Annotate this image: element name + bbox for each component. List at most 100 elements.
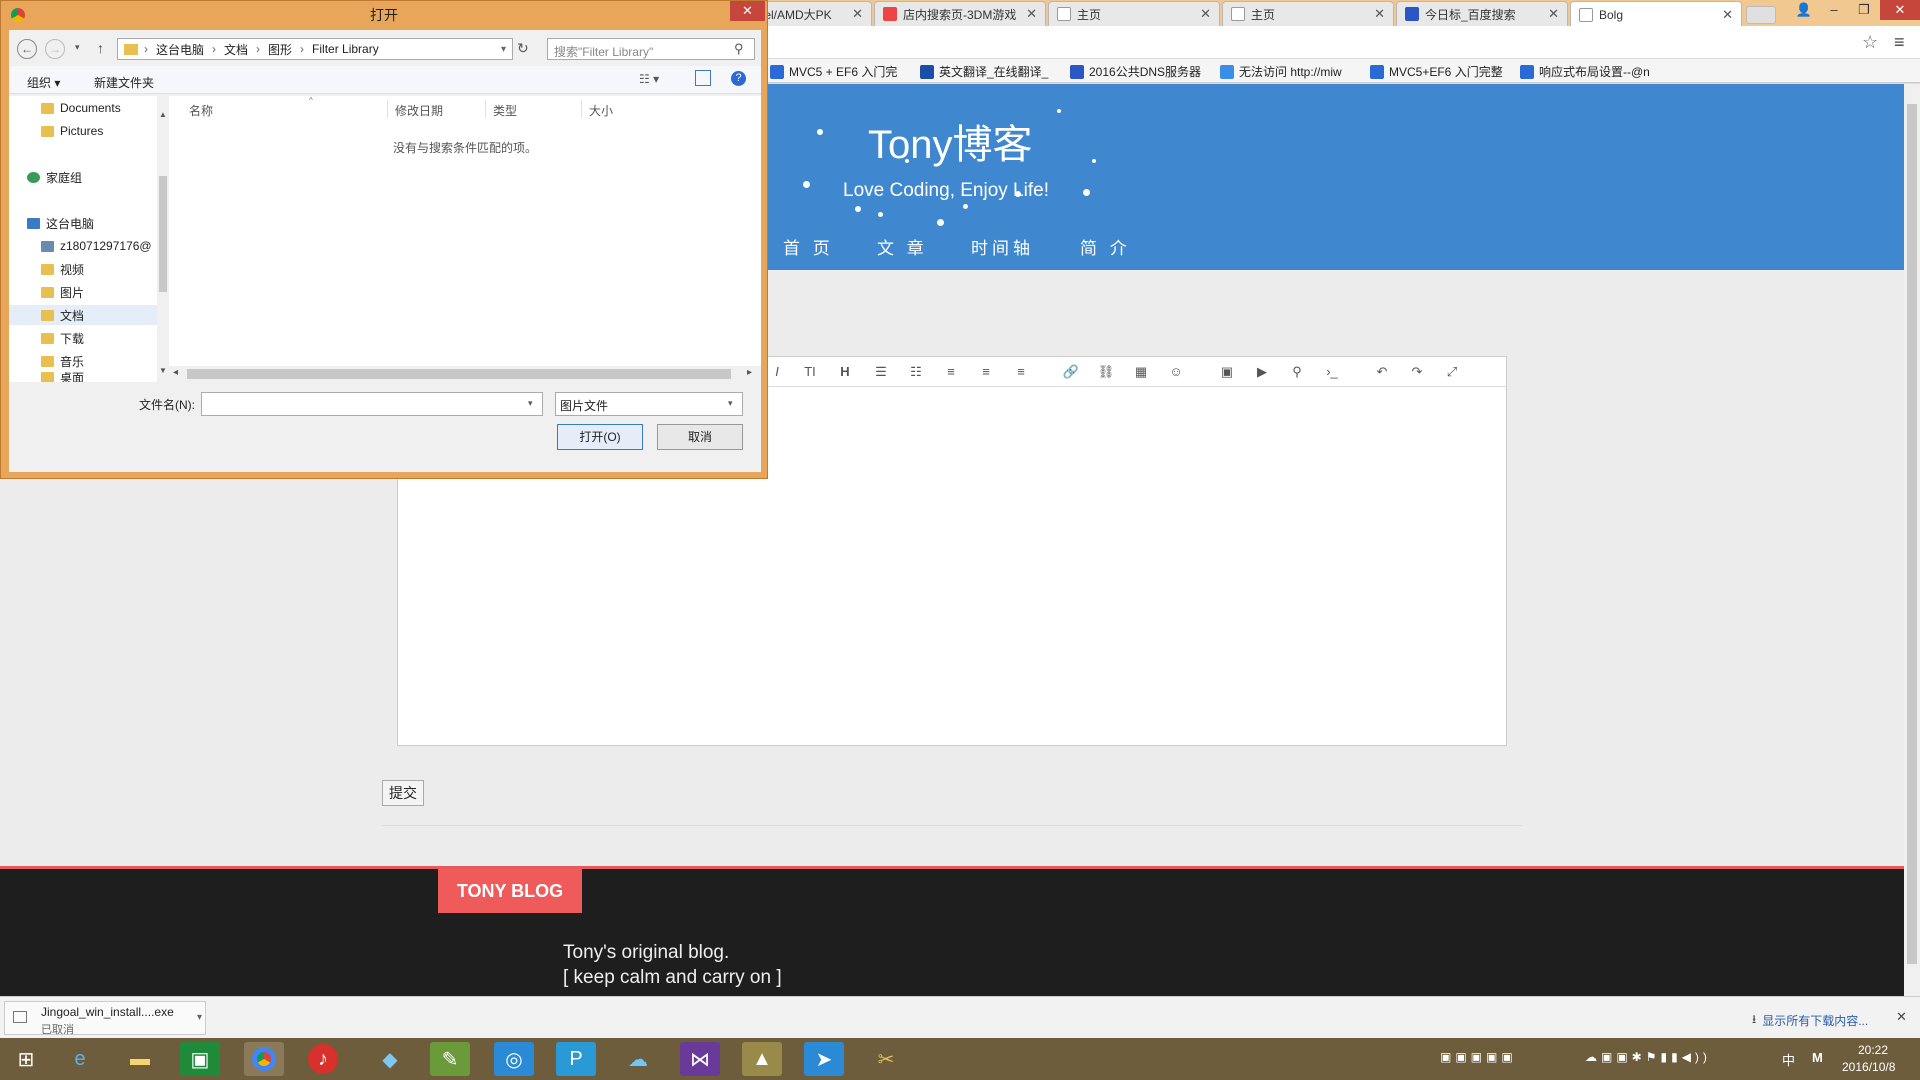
nav-videos[interactable]: 视频 bbox=[9, 259, 157, 279]
preview-pane-icon[interactable] bbox=[695, 70, 711, 86]
browser-tab[interactable]: tel/AMD大PK ✕ bbox=[752, 1, 872, 26]
location-icon[interactable]: ⚲ bbox=[1288, 364, 1306, 380]
nav-timeline-link[interactable]: 时间轴 bbox=[971, 234, 1034, 259]
search-icon[interactable]: ⚲ bbox=[734, 41, 744, 57]
video-icon[interactable]: ▶ bbox=[1253, 364, 1271, 380]
redo-icon[interactable]: ↷ bbox=[1408, 364, 1426, 380]
history-dropdown-icon[interactable]: ▾ bbox=[75, 42, 80, 53]
minimize-button[interactable]: – bbox=[1820, 0, 1848, 20]
nav-music[interactable]: 音乐 bbox=[9, 351, 157, 371]
filename-input[interactable]: ▾ bbox=[201, 392, 543, 416]
view-options-icon[interactable]: ☷ ▾ bbox=[639, 72, 659, 86]
column-divider[interactable] bbox=[581, 100, 582, 118]
close-icon[interactable]: ✕ bbox=[1020, 6, 1037, 22]
link-icon[interactable]: 🔗 bbox=[1062, 364, 1080, 380]
nav-documents[interactable]: Documents bbox=[9, 98, 157, 118]
refresh-icon[interactable]: ↻ bbox=[517, 40, 529, 57]
tools-icon[interactable]: ✂ bbox=[866, 1042, 906, 1076]
scrollbar-thumb[interactable] bbox=[159, 176, 167, 292]
open-button[interactable]: 打开(O) bbox=[557, 424, 643, 450]
visual-studio-icon[interactable]: ⋈ bbox=[680, 1042, 720, 1076]
chevron-down-icon[interactable]: ▾ bbox=[495, 44, 512, 55]
ie-icon[interactable]: e bbox=[60, 1042, 100, 1076]
align-left-icon[interactable]: ≡ bbox=[942, 364, 960, 379]
tray-icons[interactable]: ▣▣▣▣▣ bbox=[1440, 1050, 1517, 1064]
align-right-icon[interactable]: ≡ bbox=[1012, 364, 1030, 379]
address-bar[interactable]: › 这台电脑 › 文档 › 图形 › Filter Library ▾ bbox=[117, 38, 513, 60]
filetype-select[interactable]: 图片文件 ▾ bbox=[555, 392, 743, 416]
close-icon[interactable]: ✕ bbox=[1896, 1009, 1907, 1025]
bookmark-item[interactable]: 无法访问 http://miw bbox=[1220, 63, 1342, 80]
bookmark-item[interactable]: 英文翻译_在线翻译_ bbox=[920, 63, 1048, 80]
notepad-icon[interactable]: ✎ bbox=[430, 1042, 470, 1076]
table-icon[interactable]: ▦ bbox=[1132, 364, 1150, 380]
browser-tab[interactable]: 主页 ✕ bbox=[1222, 1, 1394, 26]
nav-desktop[interactable]: 桌面 bbox=[9, 372, 157, 382]
chevron-down-icon[interactable]: ▼ bbox=[159, 366, 167, 378]
photo-app-icon[interactable]: ▲ bbox=[742, 1042, 782, 1076]
user-icon[interactable]: 👤 bbox=[1790, 0, 1818, 20]
bookmark-item[interactable]: 响应式布局设置--@n bbox=[1520, 63, 1650, 80]
breadcrumb-item[interactable]: Filter Library bbox=[312, 42, 379, 56]
chevron-left-icon[interactable]: ◂ bbox=[173, 367, 178, 378]
submit-button[interactable]: 提交 bbox=[382, 780, 424, 806]
column-divider[interactable] bbox=[387, 100, 388, 118]
organize-menu[interactable]: 组织 ▾ bbox=[27, 74, 60, 91]
undo-icon[interactable]: ↶ bbox=[1373, 364, 1391, 380]
chevron-down-icon[interactable]: ▾ bbox=[728, 398, 733, 409]
breadcrumb-item[interactable]: 图形 bbox=[268, 41, 292, 58]
store-icon[interactable]: ▣ bbox=[180, 1042, 220, 1076]
breadcrumb-item[interactable]: 文档 bbox=[224, 41, 248, 58]
nav-home-link[interactable]: 首 页 bbox=[783, 234, 834, 259]
nav-images[interactable]: 图片 bbox=[9, 282, 157, 302]
clock-time[interactable]: 20:22 bbox=[1858, 1043, 1888, 1057]
netease-music-icon[interactable]: ♪ bbox=[308, 1044, 338, 1074]
system-tray-icons[interactable]: ☁▣▣✱⚑▮▮◀)) bbox=[1585, 1050, 1711, 1064]
p-app-icon[interactable]: P bbox=[556, 1042, 596, 1076]
windows-start-icon[interactable]: ⊞ bbox=[6, 1042, 46, 1076]
image-icon[interactable]: ▣ bbox=[1218, 364, 1236, 380]
qq-browser-icon[interactable]: ◎ bbox=[494, 1042, 534, 1076]
clock-date[interactable]: 2016/10/8 bbox=[1842, 1060, 1895, 1074]
scrollbar-thumb[interactable] bbox=[1907, 104, 1917, 964]
ime-indicator[interactable]: 中 bbox=[1782, 1050, 1795, 1069]
column-header-name[interactable]: 名称 bbox=[189, 102, 213, 119]
bookmark-item[interactable]: MVC5 + EF6 入门完 bbox=[770, 63, 897, 80]
nav-downloads[interactable]: 下载 bbox=[9, 328, 157, 348]
close-icon[interactable]: ✕ bbox=[1716, 7, 1733, 23]
nav-scrollbar[interactable]: ▲ ▼ bbox=[157, 96, 169, 382]
column-divider[interactable] bbox=[485, 100, 486, 118]
nav-about-link[interactable]: 简 介 bbox=[1080, 234, 1131, 259]
browser-tab[interactable]: 主页 ✕ bbox=[1048, 1, 1220, 26]
column-header-type[interactable]: 类型 bbox=[493, 102, 517, 119]
nav-documents-selected[interactable]: 文档 bbox=[9, 305, 157, 325]
emoji-icon[interactable]: ☺ bbox=[1167, 364, 1185, 379]
fullscreen-icon[interactable]: ⤢ bbox=[1443, 364, 1461, 380]
page-scrollbar[interactable] bbox=[1904, 84, 1920, 996]
folder-icon[interactable]: ▬ bbox=[120, 1042, 160, 1076]
heading-icon[interactable]: H bbox=[836, 364, 854, 379]
text-size-icon[interactable]: TI bbox=[801, 364, 819, 379]
new-folder-button[interactable]: 新建文件夹 bbox=[94, 74, 154, 91]
forward-button[interactable]: → bbox=[45, 39, 65, 59]
close-icon[interactable]: ✕ bbox=[846, 6, 863, 22]
close-icon[interactable]: ✕ bbox=[1542, 6, 1559, 22]
m-icon[interactable]: M bbox=[1812, 1050, 1823, 1065]
browser-tab[interactable]: 店内搜索页-3DM游戏 ✕ bbox=[874, 1, 1046, 26]
breadcrumb-item[interactable]: 这台电脑 bbox=[156, 41, 204, 58]
search-input[interactable]: 搜索"Filter Library" ⚲ bbox=[547, 38, 755, 60]
chevron-down-icon[interactable]: ▾ bbox=[197, 1012, 202, 1023]
column-header-size[interactable]: 大小 bbox=[589, 102, 613, 119]
chevron-right-icon[interactable]: ▸ bbox=[747, 367, 752, 378]
nav-articles-link[interactable]: 文 章 bbox=[877, 234, 928, 259]
chrome-icon[interactable] bbox=[244, 1042, 284, 1076]
up-button[interactable]: ↑ bbox=[97, 40, 104, 56]
bookmark-item[interactable]: MVC5+EF6 入门完整 bbox=[1370, 63, 1503, 80]
align-center-icon[interactable]: ≡ bbox=[977, 364, 995, 379]
chevron-up-icon[interactable]: ▲ bbox=[159, 110, 167, 122]
restore-button[interactable]: ❐ bbox=[1850, 0, 1878, 20]
download-item[interactable]: Jingoal_win_install....exe 已取消 ▾ bbox=[4, 1001, 206, 1036]
app-icon[interactable]: ◆ bbox=[370, 1042, 410, 1076]
bookmark-item[interactable]: 2016公共DNS服务器 bbox=[1070, 63, 1201, 80]
numbered-list-icon[interactable]: ☷ bbox=[907, 364, 925, 380]
